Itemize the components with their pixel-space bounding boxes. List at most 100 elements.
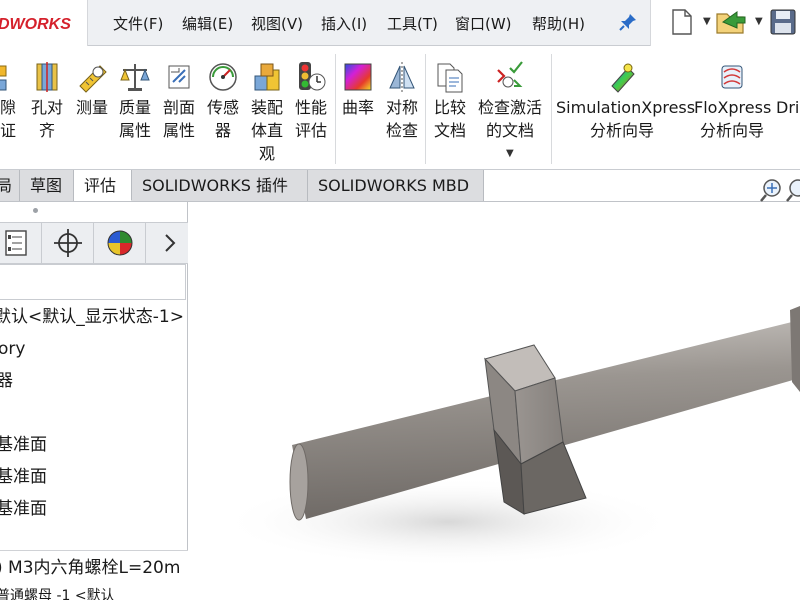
clearance-verification-button[interactable]: 隙 证 bbox=[0, 60, 22, 142]
hole-alignment-button[interactable]: 孔对 齐 bbox=[28, 60, 66, 142]
display-manager-icon bbox=[107, 230, 133, 256]
zoom-to-fit-icon[interactable] bbox=[758, 176, 800, 204]
assembly-visualization-icon bbox=[254, 63, 280, 91]
tree-item-sensors[interactable]: 器 bbox=[0, 368, 13, 394]
assembly-visualization-button[interactable]: 装配 体直 观 bbox=[247, 60, 287, 165]
check-active-document-button[interactable]: 检查激活 的文档 bbox=[474, 60, 546, 142]
button-label: 曲率 bbox=[341, 98, 374, 117]
filter-input[interactable] bbox=[0, 264, 186, 300]
tree-bottom-section: ) M3内六角螺栓L=20m 普通螺母 -1 <默认 bbox=[0, 550, 188, 600]
model-shadow bbox=[218, 477, 678, 567]
button-label: 的文档 bbox=[485, 121, 534, 140]
driveworks-icon bbox=[780, 60, 800, 94]
check-document-dropdown-icon[interactable]: ▼ bbox=[506, 148, 514, 159]
clearance-verification-icon bbox=[0, 65, 7, 91]
compare-documents-button[interactable]: 比较 文档 bbox=[430, 60, 470, 142]
section-properties-button[interactable]: 剖面 属性 bbox=[160, 60, 198, 142]
symmetry-check-icon bbox=[389, 62, 415, 92]
button-label: 剖面 bbox=[162, 98, 195, 117]
menu-tools[interactable]: 工具(T) bbox=[387, 13, 438, 34]
button-label: Dri bbox=[776, 98, 800, 117]
button-label: 质量 bbox=[118, 98, 151, 117]
new-dropdown-icon[interactable]: ▼ bbox=[703, 16, 711, 27]
button-label: 评估 bbox=[294, 121, 327, 140]
app-logo[interactable]: DWORKS bbox=[0, 0, 88, 46]
feature-manager-panel: 默认<默认_显示状态-1> ory 器 基准面 基准面 基准面 ) M3内六角螺… bbox=[0, 202, 188, 600]
tree-item-history[interactable]: ory bbox=[0, 336, 25, 362]
button-label: 检查 bbox=[385, 121, 418, 140]
button-label: 比较 bbox=[433, 98, 466, 117]
button-label: 对称 bbox=[385, 98, 418, 117]
tab-layout[interactable]: 局 bbox=[0, 170, 20, 201]
button-label: 孔对 bbox=[30, 98, 63, 117]
button-label: SimulationXpress bbox=[556, 98, 696, 117]
curvature-button[interactable]: 曲率 bbox=[340, 60, 376, 119]
bolt-nut-model[interactable] bbox=[188, 202, 800, 600]
new-document-icon[interactable] bbox=[671, 8, 693, 36]
tab-solidworks-mbd[interactable]: SOLIDWORKS MBD bbox=[308, 170, 484, 201]
tab-solidworks-addins[interactable]: SOLIDWORKS 插件 bbox=[132, 170, 308, 201]
menu-file[interactable]: 文件(F) bbox=[113, 13, 163, 34]
configuration-manager-tab[interactable] bbox=[42, 223, 94, 263]
command-manager-tabs: 局 草图 评估 SOLIDWORKS 插件 SOLIDWORKS MBD bbox=[0, 170, 800, 202]
button-label: 分析向导 bbox=[589, 121, 654, 140]
ribbon-separator bbox=[551, 54, 552, 164]
compare-documents-icon bbox=[437, 63, 463, 93]
open-dropdown-icon[interactable]: ▼ bbox=[755, 16, 763, 27]
tab-evaluate[interactable]: 评估 bbox=[74, 170, 132, 201]
tree-item-plane[interactable]: 基准面 bbox=[0, 464, 47, 490]
button-label: 证 bbox=[0, 121, 16, 140]
section-properties-icon bbox=[168, 65, 190, 89]
sensor-button[interactable]: 传感 器 bbox=[204, 60, 242, 142]
mass-properties-icon bbox=[120, 64, 150, 91]
tree-item-nut-component[interactable]: 普通螺母 -1 <默认 bbox=[0, 583, 115, 600]
panel-grip[interactable] bbox=[33, 208, 38, 213]
more-tabs-button[interactable] bbox=[146, 223, 188, 263]
menu-view[interactable]: 视图(V) bbox=[251, 13, 303, 34]
display-manager-tab[interactable] bbox=[94, 223, 146, 263]
simulationxpress-button[interactable]: SimulationXpress 分析向导 bbox=[556, 60, 696, 142]
menu-bar: DWORKS 文件(F) 编辑(E) 视图(V) 插入(I) 工具(T) 窗口(… bbox=[0, 0, 800, 46]
performance-evaluation-icon bbox=[299, 62, 326, 91]
crosshair-icon bbox=[54, 229, 82, 257]
tree-item-plane[interactable]: 基准面 bbox=[0, 496, 47, 522]
mass-properties-button[interactable]: 质量 属性 bbox=[116, 60, 154, 142]
graphics-area[interactable] bbox=[188, 202, 800, 600]
button-label: 装配 bbox=[250, 98, 283, 117]
button-label: 测量 bbox=[75, 98, 108, 117]
logo-text: DWORKS bbox=[0, 16, 71, 33]
menu-help[interactable]: 帮助(H) bbox=[532, 13, 585, 34]
menu-edit[interactable]: 编辑(E) bbox=[182, 13, 233, 34]
driveworks-button[interactable]: Dri bbox=[776, 60, 800, 119]
symmetry-check-button[interactable]: 对称 检查 bbox=[382, 60, 422, 142]
ribbon-separator bbox=[335, 54, 336, 164]
button-label: 齐 bbox=[38, 121, 55, 140]
feature-manager-tabs bbox=[0, 222, 188, 264]
button-label: 观 bbox=[258, 144, 275, 163]
button-label: 器 bbox=[214, 121, 231, 140]
tree-item-plane[interactable]: 基准面 bbox=[0, 432, 47, 458]
button-label: 隙 bbox=[0, 98, 16, 117]
hole-alignment-icon bbox=[36, 62, 58, 92]
pin-icon[interactable] bbox=[618, 12, 638, 32]
feature-filter bbox=[0, 264, 186, 300]
tab-sketch[interactable]: 草图 bbox=[20, 170, 74, 201]
menu-insert[interactable]: 插入(I) bbox=[321, 13, 367, 34]
property-manager-tab[interactable] bbox=[0, 223, 42, 263]
performance-evaluation-button[interactable]: 性能 评估 bbox=[291, 60, 331, 142]
command-manager-ribbon: 隙 证 孔对 齐 测量 质量 属性 剖面 属性 传感 器 装配 体直 观 性能 … bbox=[0, 46, 800, 170]
button-label: 性能 bbox=[294, 98, 327, 117]
button-label: 文档 bbox=[433, 121, 466, 140]
tree-item-bolt-component[interactable]: ) M3内六角螺栓L=20m bbox=[0, 555, 180, 581]
button-label: 属性 bbox=[118, 121, 151, 140]
save-icon[interactable] bbox=[769, 8, 797, 36]
simulationxpress-icon bbox=[611, 63, 635, 93]
bolt-end-face bbox=[289, 443, 309, 521]
chevron-right-icon bbox=[165, 234, 176, 252]
open-document-icon[interactable] bbox=[715, 8, 749, 36]
sensor-icon bbox=[209, 63, 237, 91]
floxpress-button[interactable]: FloXpress 分析向导 bbox=[694, 60, 771, 142]
measure-button[interactable]: 测量 bbox=[72, 60, 112, 119]
tree-item-configuration[interactable]: 默认<默认_显示状态-1> bbox=[0, 304, 184, 330]
menu-window[interactable]: 窗口(W) bbox=[455, 13, 512, 34]
